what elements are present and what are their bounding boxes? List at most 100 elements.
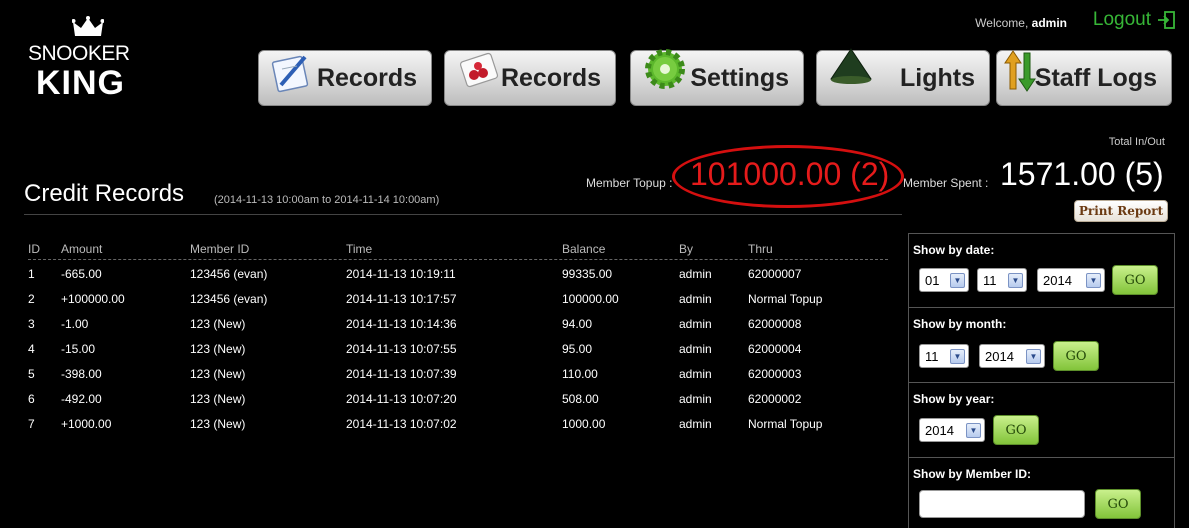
- filter-by-month: Show by month: 11 ▼ 2014 ▼ GO: [909, 308, 1174, 383]
- row-amount: -398.00: [61, 367, 102, 381]
- nav-records-button[interactable]: Records: [258, 50, 432, 106]
- row-by: admin: [679, 267, 712, 281]
- col-member-id: Member ID: [190, 242, 250, 256]
- row-time: 2014-11-13 10:07:39: [346, 367, 457, 381]
- row-thru: 62000007: [748, 267, 802, 281]
- row-thru: 62000008: [748, 317, 802, 331]
- row-by: admin: [679, 367, 712, 381]
- nav-records-label: Records: [316, 63, 417, 92]
- chevron-down-icon: ▼: [950, 273, 965, 288]
- logout-link[interactable]: Logout: [1093, 9, 1175, 31]
- logo-text-king: KING: [36, 64, 125, 102]
- logout-icon: [1158, 11, 1175, 29]
- month-select-2[interactable]: 11 ▼: [919, 344, 969, 368]
- row-id: 1: [28, 267, 35, 281]
- table-body: 1 -665.00 123456 (evan) 2014-11-13 10:19:11…: [28, 260, 888, 438]
- welcome-message: Welcome, admin: [975, 16, 1067, 30]
- row-thru: 62000003: [748, 367, 802, 381]
- nav-records-2-label: Records: [500, 63, 601, 92]
- filter-year-title: Show by year:: [913, 392, 995, 406]
- nav-settings-label: Settings: [690, 63, 789, 92]
- member-id-input[interactable]: [919, 490, 1085, 518]
- snooker-king-logo: SNOOKER KING: [22, 16, 142, 106]
- nav-settings-button[interactable]: Settings: [630, 49, 804, 106]
- row-thru: 62000004: [748, 342, 802, 356]
- table-row: 4 -15.00 123 (New) 2014-11-13 10:07:55 95.00…: [28, 338, 888, 363]
- month-select-2-value: 11: [925, 348, 939, 364]
- credit-records-table: ID Amount Member ID Time Balance By Thru…: [28, 240, 888, 438]
- row-time: 2014-11-13 10:07:20: [346, 392, 457, 406]
- chevron-down-icon: ▼: [1026, 349, 1041, 364]
- row-thru: Normal Topup: [748, 292, 823, 306]
- row-time: 2014-11-13 10:19:11: [346, 267, 456, 281]
- col-id: ID: [28, 242, 40, 256]
- row-balance: 99335.00: [562, 267, 613, 281]
- lamp-shade-icon: [830, 48, 872, 84]
- filter-member-title: Show by Member ID:: [913, 467, 1032, 481]
- day-select[interactable]: 01 ▼: [919, 268, 969, 292]
- row-time: 2014-11-13 10:07:02: [346, 417, 457, 431]
- filter-by-year: Show by year: 2014 ▼ GO: [909, 383, 1174, 458]
- row-id: 3: [28, 317, 35, 331]
- table-row: 1 -665.00 123456 (evan) 2014-11-13 10:19:11…: [28, 263, 888, 288]
- table-row: 6 -492.00 123 (New) 2014-11-13 10:07:20 508.…: [28, 388, 888, 413]
- row-id: 7: [28, 417, 35, 431]
- nav-lights-label: Lights: [900, 63, 975, 92]
- year-select-value: 2014: [1043, 272, 1072, 288]
- table-row: 7 +1000.00 123 (New) 2014-11-13 10:07:02 100…: [28, 413, 888, 438]
- row-id: 2: [28, 292, 35, 306]
- row-amount: +1000.00: [61, 417, 112, 431]
- row-member-id: 123 (New): [190, 417, 246, 431]
- row-member-id: 123 (New): [190, 342, 246, 356]
- table-header: ID Amount Member ID Time Balance By Thru: [28, 240, 888, 260]
- row-by: admin: [679, 417, 712, 431]
- year-select-2-value: 2014: [985, 348, 1014, 364]
- year-select-3-value: 2014: [925, 422, 954, 438]
- page-title: Credit Records: [24, 180, 185, 207]
- month-select[interactable]: 11 ▼: [977, 268, 1027, 292]
- nav-staff-logs-button[interactable]: Staff Logs: [996, 50, 1172, 106]
- green-gear-icon: [645, 49, 685, 89]
- filter-panel: Show by date: 01 ▼ 11 ▼ 2014 ▼ GO Show b…: [908, 233, 1175, 528]
- row-time: 2014-11-13 10:17:57: [346, 292, 457, 306]
- go-button-year[interactable]: GO: [993, 415, 1039, 445]
- row-time: 2014-11-13 10:07:55: [346, 342, 457, 356]
- member-spent-value: 1571.00 (5): [1000, 156, 1164, 192]
- month-select-value: 11: [983, 272, 997, 288]
- go-button-month[interactable]: GO: [1053, 341, 1099, 371]
- year-select-2[interactable]: 2014 ▼: [979, 344, 1045, 368]
- table-row: 3 -1.00 123 (New) 2014-11-13 10:14:36 94.00 a…: [28, 313, 888, 338]
- day-select-value: 01: [925, 272, 940, 288]
- row-member-id: 123456 (evan): [190, 267, 268, 281]
- filter-by-member: Show by Member ID: GO: [909, 458, 1174, 528]
- col-time: Time: [346, 242, 373, 256]
- member-topup-label: Member Topup :: [586, 176, 673, 190]
- row-id: 5: [28, 367, 35, 381]
- row-balance: 95.00: [562, 342, 593, 356]
- row-member-id: 123 (New): [190, 367, 246, 381]
- filter-date-title: Show by date:: [913, 243, 995, 257]
- year-select[interactable]: 2014 ▼: [1037, 268, 1105, 292]
- row-amount: -665.00: [61, 267, 102, 281]
- logo-text-snooker: SNOOKER: [28, 42, 130, 65]
- welcome-prefix: Welcome,: [975, 16, 1029, 30]
- row-amount: +100000.00: [61, 292, 125, 306]
- filter-month-title: Show by month:: [913, 317, 1007, 331]
- go-button-date[interactable]: GO: [1112, 265, 1158, 295]
- print-report-button[interactable]: Print Report: [1074, 200, 1168, 222]
- row-member-id: 123 (New): [190, 392, 246, 406]
- card-cherries-icon: [459, 52, 499, 88]
- row-member-id: 123 (New): [190, 317, 246, 331]
- row-balance: 508.00: [562, 392, 599, 406]
- nav-staff-logs-label: Staff Logs: [1034, 63, 1157, 92]
- row-by: admin: [679, 292, 712, 306]
- go-button-member[interactable]: GO: [1095, 489, 1141, 519]
- nav-records-2-button[interactable]: Records: [444, 50, 616, 106]
- nav-lights-button[interactable]: Lights: [816, 48, 990, 106]
- row-amount: -15.00: [61, 342, 96, 356]
- row-id: 6: [28, 392, 35, 406]
- row-thru: Normal Topup: [748, 417, 823, 431]
- row-amount: -492.00: [61, 392, 102, 406]
- year-select-3[interactable]: 2014 ▼: [919, 418, 985, 442]
- col-by: By: [679, 242, 694, 256]
